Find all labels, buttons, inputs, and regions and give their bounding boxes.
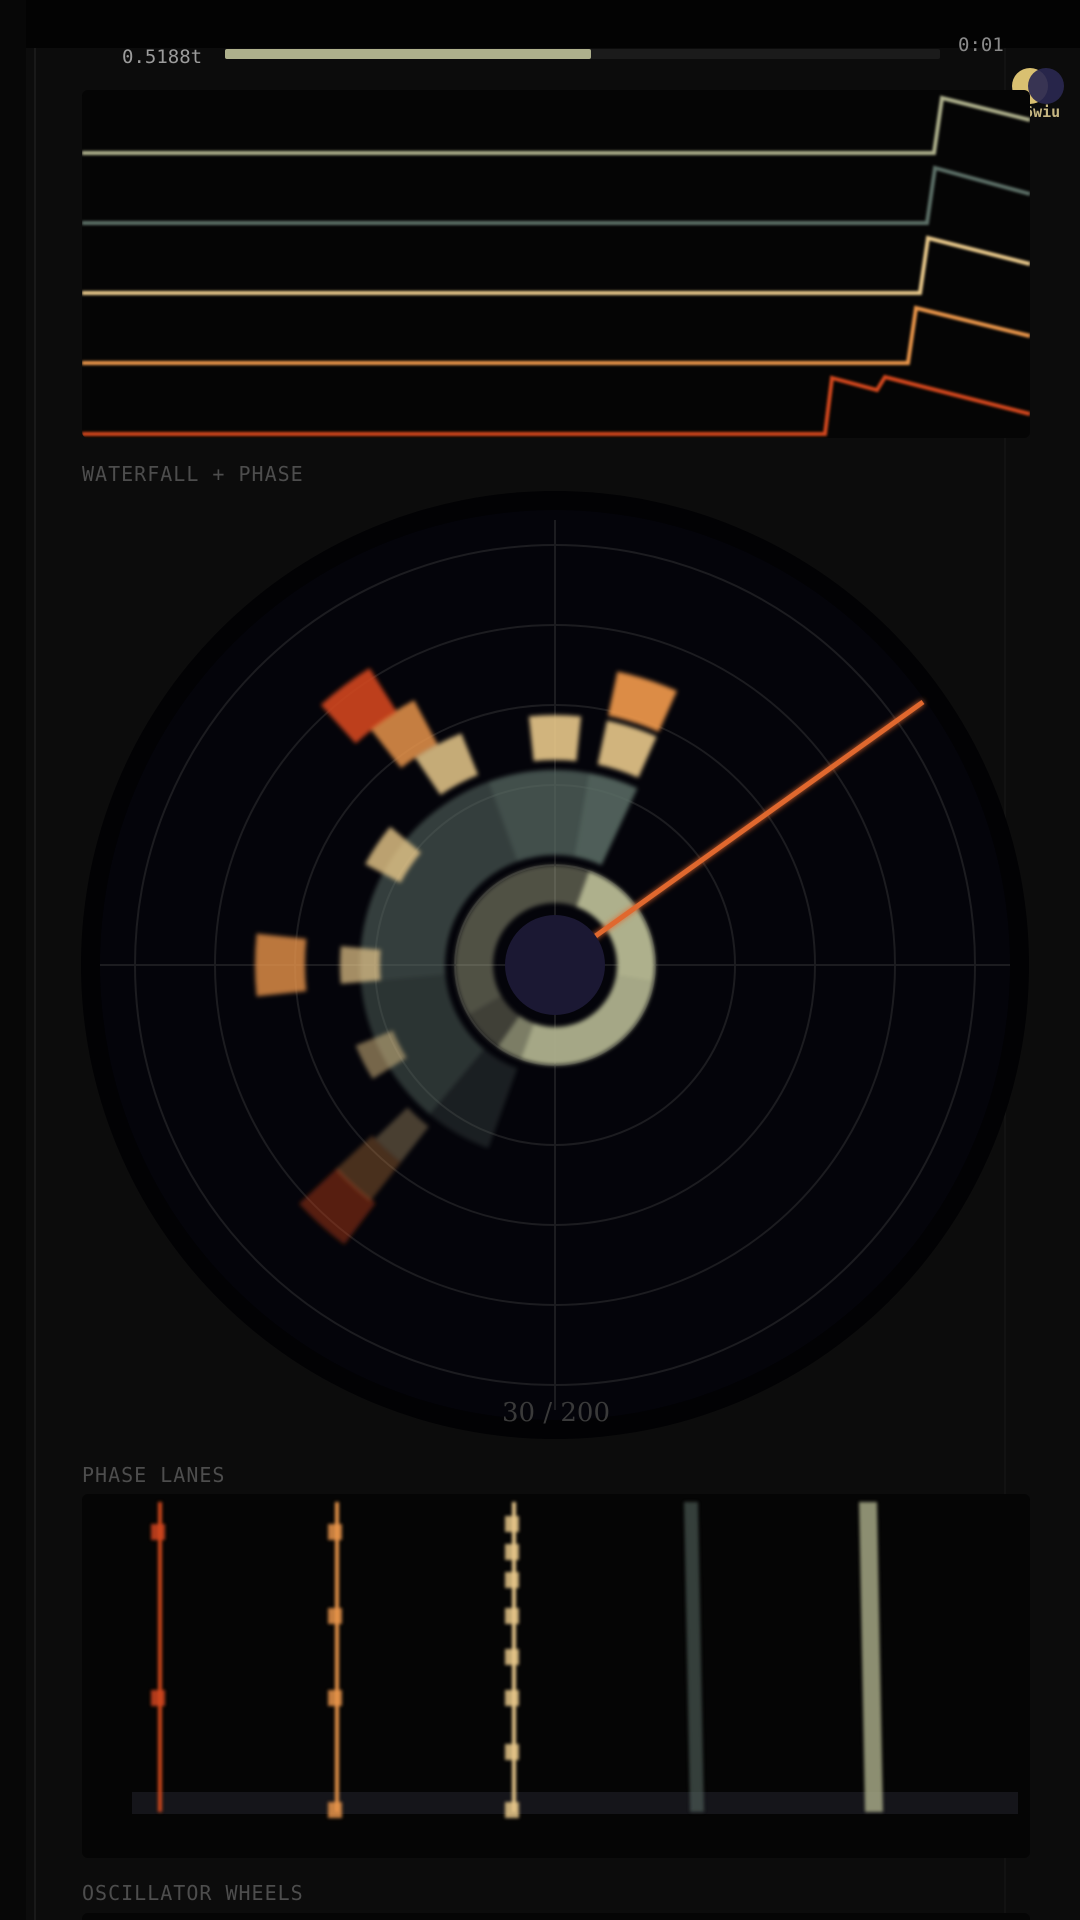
phase-lanes-canvas	[132, 1502, 1018, 1818]
wheel-hub	[505, 915, 605, 1015]
wheel-counter: 30 / 200	[502, 1398, 610, 1428]
lane-marker-6	[505, 1690, 519, 1706]
lane-marker-5	[505, 1649, 519, 1665]
step-trace-2	[82, 165, 1030, 225]
lane-line	[158, 1502, 162, 1812]
phase-wheel	[81, 491, 1029, 1439]
progress-readout: 0:01	[958, 34, 1004, 56]
phase-lane-2	[328, 1502, 342, 1818]
lane-marker-3	[505, 1572, 519, 1588]
rail-divider	[34, 48, 36, 1920]
phase-lane-4	[684, 1502, 704, 1812]
waterfall-block-9	[255, 933, 307, 997]
lane-marker-1	[328, 1524, 342, 1540]
waterfall-section-label: WATERFALL + PHASE	[82, 462, 304, 486]
phase-lane-1	[151, 1502, 165, 1812]
waterfall-block-1	[528, 715, 582, 762]
step-trace-5	[82, 374, 1030, 436]
lane-marker-8	[505, 1802, 519, 1818]
waterfall-block-8	[340, 946, 381, 984]
lane-marker-4	[505, 1608, 519, 1624]
lane-marker-1	[151, 1524, 165, 1540]
top-bar	[0, 0, 1080, 48]
lane-marker-2	[505, 1544, 519, 1560]
avatar-circle-secondary	[1028, 68, 1064, 104]
lane-marker-3	[328, 1690, 342, 1706]
left-rail	[0, 0, 26, 1920]
lane-ribbon	[859, 1502, 883, 1812]
progress-time-label: 0.5188t	[122, 46, 203, 68]
phase-lane-3	[505, 1502, 519, 1818]
phase-lane-5	[859, 1502, 883, 1812]
oscillator-panel-edge	[82, 1913, 1030, 1920]
lane-line	[335, 1502, 339, 1812]
lane-marker-4	[328, 1802, 342, 1818]
step-trace-3	[82, 235, 1030, 295]
phase-lanes-panel	[82, 1494, 1030, 1858]
lanes-baseline	[132, 1792, 1018, 1814]
step-trace-panel	[82, 90, 1030, 438]
step-trace-canvas	[82, 95, 1030, 436]
lane-marker-1	[505, 1516, 519, 1532]
lane-ribbon	[684, 1502, 704, 1812]
lane-marker-7	[505, 1744, 519, 1760]
progress-bar-fill	[225, 49, 592, 59]
phase-lanes-section-label: PHASE LANES	[82, 1463, 226, 1487]
progress-bar[interactable]	[225, 49, 940, 59]
lane-marker-2	[328, 1608, 342, 1624]
step-trace-4	[82, 305, 1030, 365]
oscillator-section-label: OSCILLATOR WHEELS	[82, 1881, 304, 1905]
lane-marker-2	[151, 1690, 165, 1706]
step-trace-1	[82, 95, 1030, 155]
